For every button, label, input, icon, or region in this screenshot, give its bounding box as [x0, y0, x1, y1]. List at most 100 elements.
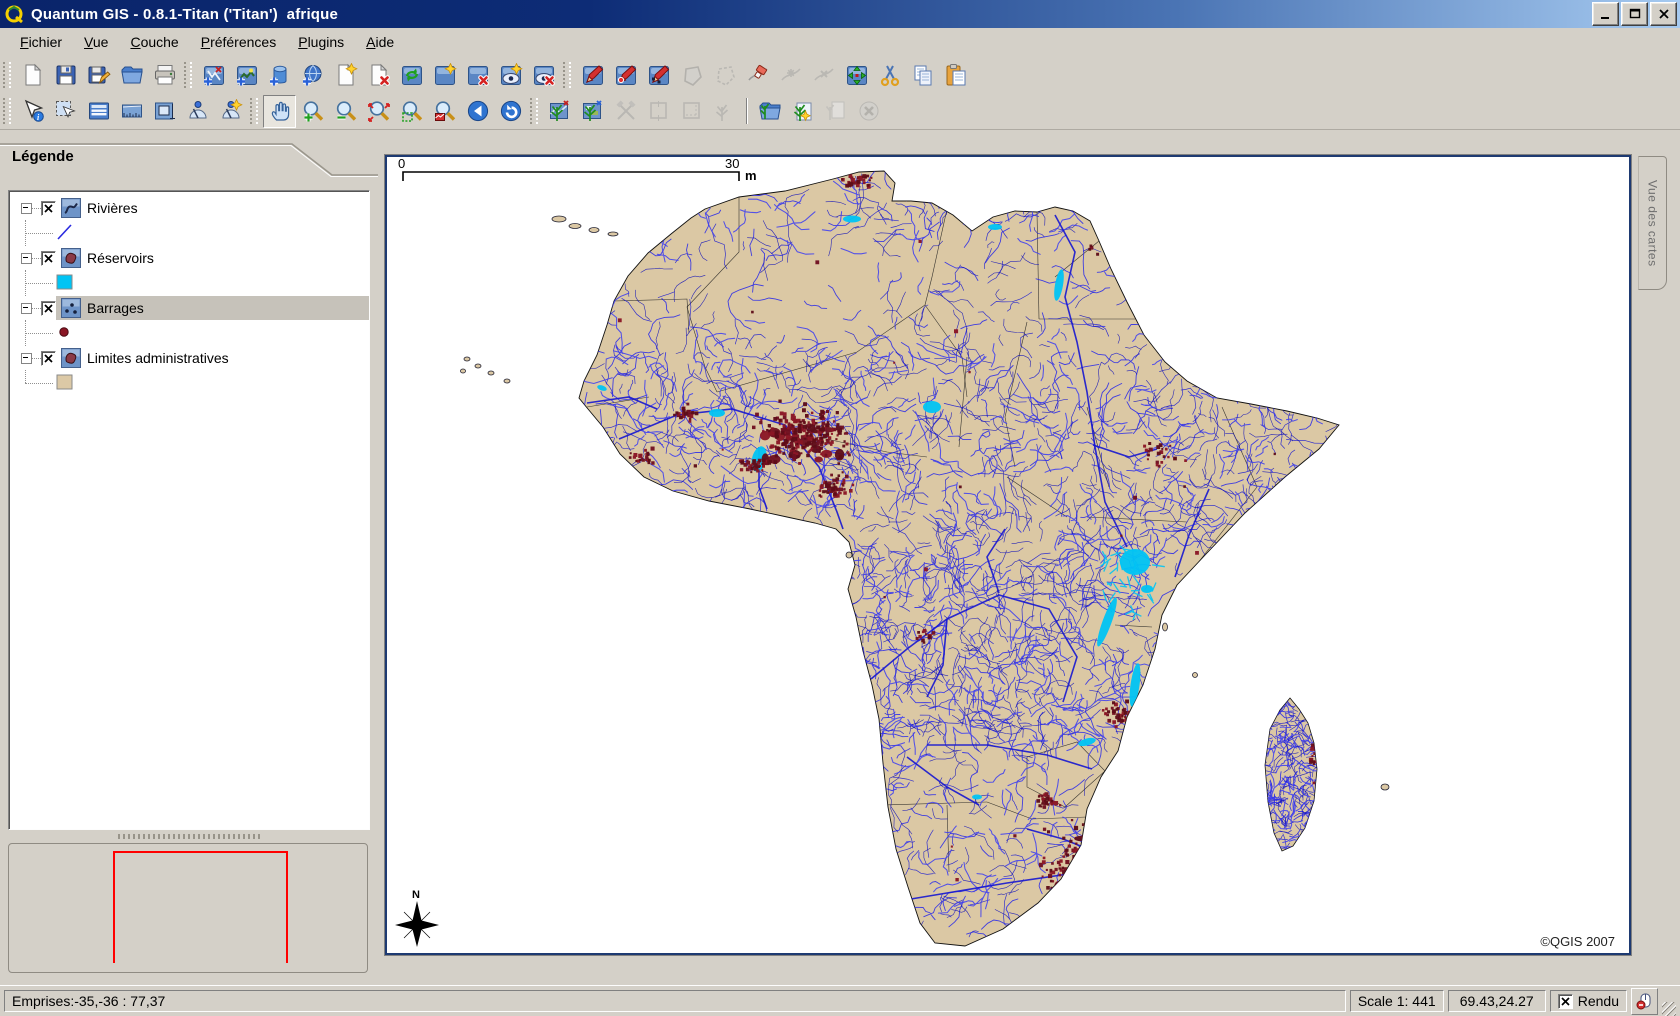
maximize-button[interactable] — [1621, 2, 1648, 26]
paste-features-button[interactable] — [939, 59, 972, 92]
menu-plugins[interactable]: Plugins — [287, 31, 355, 54]
refresh-map-button[interactable] — [494, 95, 527, 128]
menu-preferences[interactable]: Préférences — [190, 31, 288, 54]
layer-visibility-checkbox[interactable] — [41, 251, 56, 266]
coordinates-display[interactable]: 69.43,24.27 — [1448, 990, 1546, 1012]
toolbar-grip[interactable] — [184, 62, 192, 88]
remove-all-from-overview-button[interactable] — [461, 59, 494, 92]
toggle-editing-button[interactable] — [576, 59, 609, 92]
select-features-icon — [54, 99, 78, 123]
capture-polygon-button — [675, 59, 708, 92]
capture-point-button[interactable] — [609, 59, 642, 92]
expander-icon[interactable] — [21, 253, 32, 264]
show-all-layers-button[interactable] — [494, 59, 527, 92]
toolbar-grip[interactable] — [563, 62, 571, 88]
open-project-button[interactable] — [115, 59, 148, 92]
hide-all-layers-icon — [532, 63, 556, 87]
menu-vue[interactable]: Vue — [73, 31, 119, 54]
zoom-to-layer-button[interactable] — [428, 95, 461, 128]
expander-icon[interactable] — [21, 203, 32, 214]
add-postgis-layer-button[interactable] — [263, 59, 296, 92]
save-project-as-button[interactable] — [82, 59, 115, 92]
zoom-to-selection-button[interactable] — [395, 95, 428, 128]
layer-visibility-checkbox[interactable] — [41, 301, 56, 316]
render-toggle[interactable]: Rendu — [1550, 990, 1627, 1012]
menu-fichier[interactable]: Fichier — [9, 31, 73, 54]
overview-extent-rectangle[interactable] — [113, 851, 288, 963]
expander-icon[interactable] — [21, 353, 32, 364]
layer-symbol — [55, 272, 75, 292]
show-bookmarks-button[interactable] — [181, 95, 214, 128]
new-grass-mapset-button[interactable] — [786, 95, 819, 128]
add-raster-layer-button[interactable] — [230, 59, 263, 92]
add-grass-vector-layer-button[interactable] — [543, 95, 576, 128]
copy-features-button[interactable] — [906, 59, 939, 92]
zoom-full-extent-button[interactable] — [362, 95, 395, 128]
layer-type-icon — [61, 248, 81, 268]
open-grass-mapset-button[interactable] — [753, 95, 786, 128]
add-raster-layer-icon — [235, 63, 259, 87]
stop-render-button[interactable] — [1631, 988, 1658, 1015]
add-to-overview-button[interactable] — [395, 59, 428, 92]
capture-line-button[interactable] — [642, 59, 675, 92]
add-grass-vector-layer-icon — [548, 99, 572, 123]
legend-layer-rivieres[interactable]: Rivières — [9, 196, 369, 220]
measure-area-button[interactable] — [148, 95, 181, 128]
legend-layer-barrages[interactable]: Barrages — [9, 296, 369, 320]
zoom-in-button[interactable] — [296, 95, 329, 128]
new-vector-layer-button[interactable] — [329, 59, 362, 92]
toolbar-grip[interactable] — [530, 98, 538, 124]
toolbar-grip[interactable] — [250, 98, 258, 124]
legend-layer-reservoirs[interactable]: Réservoirs — [9, 246, 369, 270]
map-canvas[interactable]: 030mN©QGIS 2007 — [387, 157, 1629, 953]
layer-visibility-checkbox[interactable] — [41, 201, 56, 216]
window-resize-grip[interactable] — [1662, 1002, 1676, 1016]
close-button[interactable] — [1650, 2, 1677, 26]
zoom-previous-button[interactable] — [461, 95, 494, 128]
pan-map-button[interactable] — [263, 95, 296, 128]
save-project-button[interactable] — [49, 59, 82, 92]
delete-vertex-button[interactable] — [741, 59, 774, 92]
measure-line-button[interactable] — [115, 95, 148, 128]
add-grass-raster-layer-button[interactable] — [576, 95, 609, 128]
zoom-full-extent-icon — [367, 99, 391, 123]
hide-all-layers-button[interactable] — [527, 59, 560, 92]
mouse-stop-icon — [1636, 992, 1654, 1010]
overview-map[interactable] — [8, 843, 368, 973]
add-wms-layer-button[interactable] — [296, 59, 329, 92]
layer-label[interactable]: Réservoirs — [87, 250, 154, 266]
select-features-button[interactable] — [49, 95, 82, 128]
legend-symbol-row — [9, 220, 369, 246]
cut-features-button[interactable] — [873, 59, 906, 92]
menu-couche[interactable]: Couche — [119, 31, 189, 54]
move-feature-button[interactable] — [840, 59, 873, 92]
new-project-button[interactable] — [16, 59, 49, 92]
add-all-to-overview-button[interactable] — [428, 59, 461, 92]
zoom-out-button[interactable] — [329, 95, 362, 128]
legend-layer-tree[interactable]: Rivières Réservoirs Barrages Limites admini… — [8, 190, 370, 830]
new-bookmark-icon — [219, 99, 243, 123]
panel-splitter-handle[interactable] — [118, 834, 260, 839]
north-arrow-label: N — [412, 889, 420, 901]
menu-aide[interactable]: Aide — [355, 31, 405, 54]
tab-map-views[interactable]: Vue des cartes — [1638, 156, 1667, 290]
open-attribute-table-button[interactable] — [82, 95, 115, 128]
open-project-icon — [120, 63, 144, 87]
remove-layer-button[interactable] — [362, 59, 395, 92]
layer-type-icon — [61, 298, 81, 318]
add-vector-layer-button[interactable] — [197, 59, 230, 92]
identify-features-button[interactable]: i — [16, 95, 49, 128]
legend-layer-limites-administratives[interactable]: Limites administratives — [9, 346, 369, 370]
layer-visibility-checkbox[interactable] — [41, 351, 56, 366]
minimize-button[interactable] — [1592, 2, 1619, 26]
toolbar-grip[interactable] — [3, 98, 11, 124]
layer-label[interactable]: Limites administratives — [87, 350, 229, 366]
render-checkbox[interactable] — [1558, 994, 1573, 1009]
layer-label[interactable]: Barrages — [87, 300, 144, 316]
toolbar-grip[interactable] — [3, 62, 11, 88]
new-bookmark-button[interactable] — [214, 95, 247, 128]
layer-label[interactable]: Rivières — [87, 200, 138, 216]
expander-icon[interactable] — [21, 303, 32, 314]
scale-display[interactable]: Scale 1: 441 — [1350, 990, 1444, 1012]
print-button[interactable] — [148, 59, 181, 92]
